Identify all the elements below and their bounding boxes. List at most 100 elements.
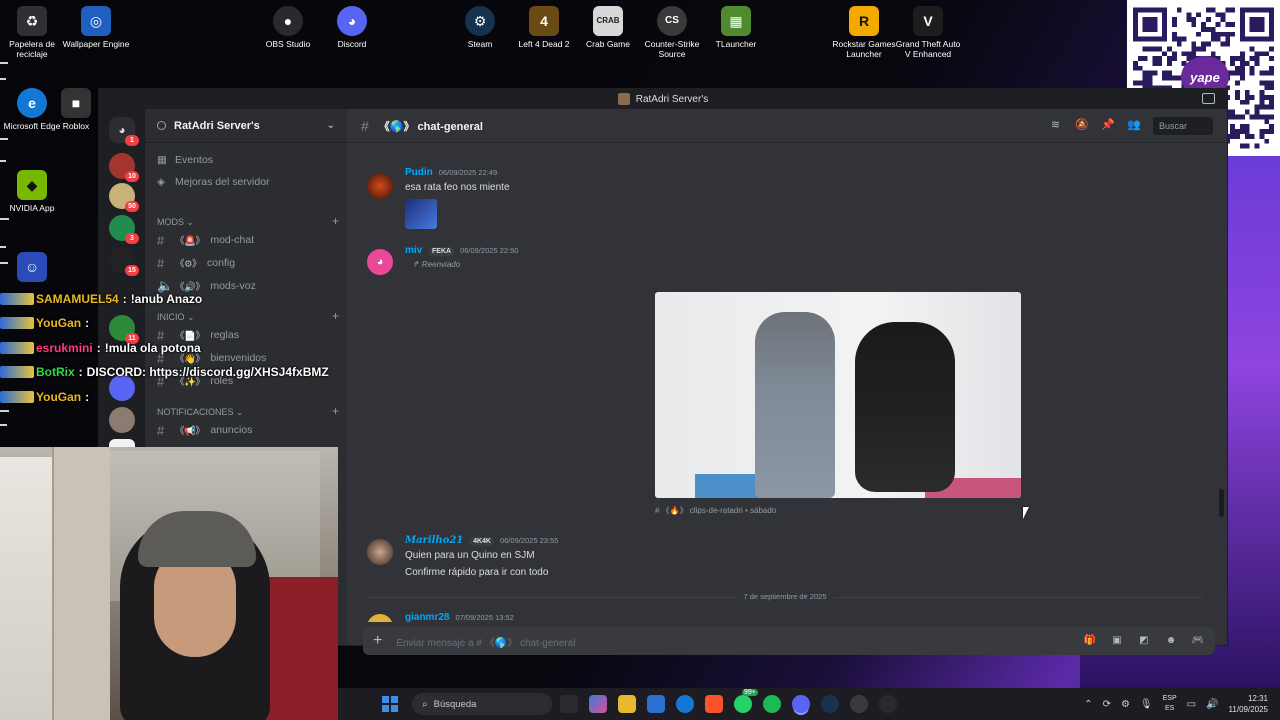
spotify-icon[interactable]: [763, 695, 781, 713]
author-name: Pudin: [405, 167, 433, 178]
add-attachment-icon[interactable]: +: [373, 632, 382, 650]
desktop-icon-steam[interactable]: ⚙ Steam: [444, 6, 516, 49]
inbox-icon[interactable]: [1202, 93, 1215, 104]
qr-module: [1249, 17, 1265, 32]
edge-icon[interactable]: [676, 695, 694, 713]
desktop-icon-left4dead2[interactable]: 4 Left 4 Dead 2: [508, 6, 580, 49]
qr-module: [1249, 65, 1255, 71]
server-icon-4[interactable]: 15: [109, 247, 139, 276]
add-channel-icon[interactable]: +: [332, 405, 339, 418]
store-icon[interactable]: [647, 695, 665, 713]
app-icon[interactable]: [879, 695, 897, 713]
server-icon-5[interactable]: 11: [109, 315, 139, 344]
gif-icon[interactable]: ▣: [1110, 635, 1124, 647]
chat-badges-icon: [0, 317, 34, 329]
steam-icon[interactable]: [821, 695, 839, 713]
channel-mod-chat[interactable]: # 《🚨》 mod-chat: [157, 230, 339, 250]
qr-module: [1269, 46, 1274, 52]
apps-icon[interactable]: 🎮: [1191, 635, 1205, 647]
channel-config[interactable]: # 《⚙》 config: [157, 253, 339, 273]
server-header[interactable]: RatAdri Server's ⌄: [145, 109, 347, 143]
qr-module: [1133, 80, 1138, 86]
file-explorer-icon[interactable]: [618, 695, 636, 713]
emoji-icon[interactable]: ☻: [1164, 635, 1178, 647]
message-input[interactable]: Enviar mensaje a # 《🌎》 chat-general: [396, 634, 575, 649]
mute-bell-icon[interactable]: 🔕: [1075, 119, 1089, 132]
server-icon-2[interactable]: 50: [109, 183, 139, 212]
whatsapp-icon[interactable]: 99+: [734, 689, 758, 713]
threads-icon[interactable]: ≋: [1049, 119, 1062, 132]
brave-icon[interactable]: [705, 695, 723, 713]
avatar[interactable]: [367, 539, 393, 565]
message-timestamp: 06/09/2025 22:50: [460, 246, 519, 255]
qr-module: [1142, 17, 1158, 32]
message-composer[interactable]: + Enviar mensaje a # 《🌎》 chat-general 🎁 …: [363, 627, 1215, 655]
qr-module: [1259, 95, 1265, 100]
desktop-icon-nvidia[interactable]: ◆ NVIDIA App: [0, 170, 68, 213]
add-channel-icon[interactable]: +: [332, 215, 339, 228]
microphone-icon[interactable]: 🎙: [1140, 699, 1153, 710]
qr-module: [1259, 114, 1265, 120]
task-view-icon[interactable]: [560, 695, 578, 713]
start-button[interactable]: [382, 696, 398, 712]
desktop-icon-roblox[interactable]: ■ Roblox: [56, 88, 96, 131]
events-link[interactable]: ▦ Eventos: [145, 149, 347, 171]
qr-module: [1235, 114, 1240, 120]
obs-icon[interactable]: [850, 695, 868, 713]
desktop-icon-rockstar[interactable]: R Rockstar Games Launcher: [828, 6, 900, 59]
steam-tray-icon[interactable]: ⚙: [1121, 699, 1130, 710]
desktop-icon-wallpaper-engine[interactable]: ◎ Wallpaper Engine: [60, 6, 132, 49]
sticker-icon[interactable]: ◩: [1137, 635, 1151, 647]
desktop-icon-recycle-bin[interactable]: ♻ Papelera de reciclaje: [0, 6, 68, 59]
network-icon[interactable]: ▭: [1187, 699, 1196, 710]
qr-module: [1244, 60, 1250, 66]
server-icon-1[interactable]: 10: [109, 153, 139, 182]
category-inicio[interactable]: INICIO ⌄ +: [157, 310, 339, 323]
input-language[interactable]: ESP ES: [1163, 694, 1177, 714]
category-notificaciones[interactable]: NOTIFICACIONES ⌄ +: [157, 405, 339, 418]
qr-module: [1220, 31, 1226, 37]
discord-home-icon[interactable]: ◕ 1: [109, 117, 139, 146]
avatar[interactable]: [367, 173, 393, 199]
taskbar-search[interactable]: ⌕ Búsqueda: [412, 693, 552, 715]
desktop-icon-gta-v[interactable]: V Grand Theft Auto V Enhanced: [892, 6, 964, 59]
qr-module: [1264, 51, 1270, 57]
category-mods[interactable]: MODS ⌄ +: [157, 215, 339, 228]
scrollbar-thumb[interactable]: [1219, 489, 1224, 517]
qr-module: [1259, 80, 1265, 86]
add-channel-icon[interactable]: +: [332, 310, 339, 323]
chevron-up-icon[interactable]: ⌃: [1084, 699, 1092, 710]
server-boosts-link[interactable]: ◈ Mejoras del servidor: [145, 171, 347, 193]
sticker-image[interactable]: [405, 199, 437, 229]
avatar[interactable]: ◕: [367, 249, 393, 275]
pin-icon[interactable]: 📌: [1101, 119, 1115, 132]
qr-module: [1269, 70, 1274, 76]
members-icon[interactable]: 👥: [1127, 119, 1141, 132]
desktop-icon-crab-game[interactable]: CRAB Crab Game: [572, 6, 644, 49]
qr-module: [1235, 56, 1240, 61]
qr-module: [1167, 56, 1172, 61]
desktop-icon-poppy-playtime[interactable]: ☺: [0, 252, 68, 285]
update-icon[interactable]: ⟳: [1103, 699, 1111, 710]
qr-module: [1235, 129, 1240, 134]
qr-module: [1264, 138, 1270, 144]
desktop-icon-discord[interactable]: ◕ Discord: [316, 6, 388, 49]
desktop-icon-obs[interactable]: ● OBS Studio: [252, 6, 324, 49]
server-icon-3[interactable]: 3: [109, 215, 139, 244]
poppy-playtime-icon: ☺: [17, 252, 47, 282]
discord-icon[interactable]: [792, 695, 810, 713]
qr-module: [1210, 26, 1216, 32]
desktop-icon-tlauncher[interactable]: ▦ TLauncher: [700, 6, 772, 49]
forwarded-image[interactable]: [655, 292, 1021, 498]
avatar[interactable]: [367, 614, 393, 622]
gift-icon[interactable]: 🎁: [1083, 635, 1097, 647]
channel-anuncios[interactable]: # 《📢》 anuncios: [157, 420, 339, 440]
volume-icon[interactable]: 🔊: [1206, 699, 1218, 710]
clock[interactable]: 12:31 11/09/2025: [1229, 693, 1268, 715]
qr-module: [1249, 56, 1255, 61]
search-input[interactable]: Buscar: [1153, 116, 1213, 135]
copilot-icon[interactable]: [589, 695, 607, 713]
server-icon-7[interactable]: [109, 407, 135, 433]
desktop-icon-counter-strike[interactable]: CS Counter-Strike Source: [636, 6, 708, 59]
forward-source-link[interactable]: # 《🔥》 clips-de-ratadri • sábado: [655, 505, 776, 516]
